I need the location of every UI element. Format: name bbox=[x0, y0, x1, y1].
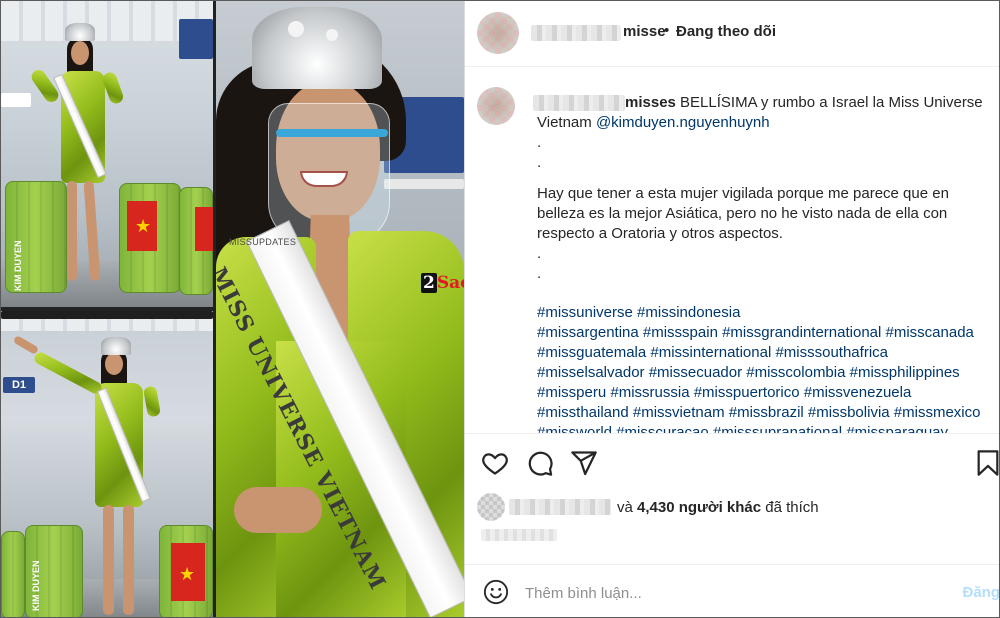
comment-input[interactable] bbox=[525, 582, 935, 604]
avatar[interactable] bbox=[477, 12, 519, 54]
avatar[interactable] bbox=[477, 87, 515, 125]
caption-dot: . bbox=[537, 154, 542, 171]
hashtag-line[interactable]: #missthailand #missvietnam #missbrazil #… bbox=[537, 403, 992, 423]
hashtag-line[interactable]: #missargentina #missspain #missgrandinte… bbox=[537, 323, 992, 343]
header-username[interactable]: misse bbox=[623, 23, 666, 40]
heart-icon[interactable] bbox=[481, 449, 509, 477]
caption-dot: . bbox=[537, 134, 542, 151]
gate-sign: D1 bbox=[3, 377, 35, 393]
avatar[interactable] bbox=[477, 493, 505, 521]
collage-photo-closeup: MISS UNIVERSE VIETNAM bbox=[216, 1, 464, 617]
caption-username[interactable]: misses bbox=[537, 94, 676, 111]
likes-text[interactable]: và 4,430 người khác đã thích bbox=[617, 499, 819, 516]
post-frame: KIM DUYEN ★ D1 KIM DUYEN ★ MISS UNIVERSE… bbox=[0, 0, 1000, 618]
post-side-panel: misse • Đang theo dõi misses BELLÍSIMA y… bbox=[464, 1, 1000, 617]
likes-count[interactable]: 4,430 người khác bbox=[637, 499, 761, 516]
comment-icon[interactable] bbox=[526, 449, 554, 477]
share-icon[interactable] bbox=[570, 449, 598, 477]
photo-credit: MISSUPDATES bbox=[229, 237, 297, 247]
hashtag-line[interactable]: #missperu #missrussia #misspuertorico #m… bbox=[537, 383, 992, 403]
emoji-icon[interactable] bbox=[483, 579, 509, 605]
post-header: misse • Đang theo dõi bbox=[465, 1, 999, 67]
suitcase-label: KIM DUYEN bbox=[13, 240, 23, 291]
caption-dot: . bbox=[537, 245, 542, 262]
hashtag-line[interactable]: #missguatemala #missinternational #misss… bbox=[537, 343, 992, 363]
hashtag-line[interactable]: #missworld #misscuracao #misssupranation… bbox=[537, 423, 992, 433]
blurred-username bbox=[509, 499, 611, 515]
caption-paragraph: Hay que tener a esta mujer vigilada porq… bbox=[537, 185, 949, 242]
bookmark-icon[interactable] bbox=[974, 449, 1000, 477]
header-separator: • bbox=[664, 22, 670, 39]
hashtag-list: #missuniverse #missindonesia #missargent… bbox=[537, 303, 992, 433]
post-actions bbox=[465, 433, 1000, 487]
blurred-username bbox=[531, 25, 621, 41]
post-comment-button[interactable]: Đăng bbox=[963, 584, 1000, 601]
blurred-post-date bbox=[481, 529, 557, 541]
collage-photo-top-left: KIM DUYEN ★ bbox=[1, 1, 213, 307]
mention-link[interactable]: @kimduyen.nguyenhuynh bbox=[596, 114, 770, 131]
likes-summary: và 4,430 người khác đã thích bbox=[465, 487, 999, 527]
2sao-watermark-logo: 2Sao bbox=[421, 273, 464, 293]
caption-dot: . bbox=[537, 265, 542, 282]
hashtag-line[interactable]: #misselsalvador #missecuador #misscolomb… bbox=[537, 363, 992, 383]
following-button[interactable]: Đang theo dõi bbox=[676, 23, 776, 40]
collage-photo-bottom-left: D1 KIM DUYEN ★ bbox=[1, 311, 213, 617]
hashtag-line[interactable]: #missuniverse #missindonesia bbox=[537, 303, 992, 323]
comment-bar: Đăng bbox=[465, 564, 1000, 617]
caption-area: misses BELLÍSIMA y rumbo a Israel la Mis… bbox=[465, 67, 999, 433]
photo-collage[interactable]: KIM DUYEN ★ D1 KIM DUYEN ★ MISS UNIVERSE… bbox=[1, 1, 464, 617]
post-caption: misses BELLÍSIMA y rumbo a Israel la Mis… bbox=[537, 93, 992, 433]
